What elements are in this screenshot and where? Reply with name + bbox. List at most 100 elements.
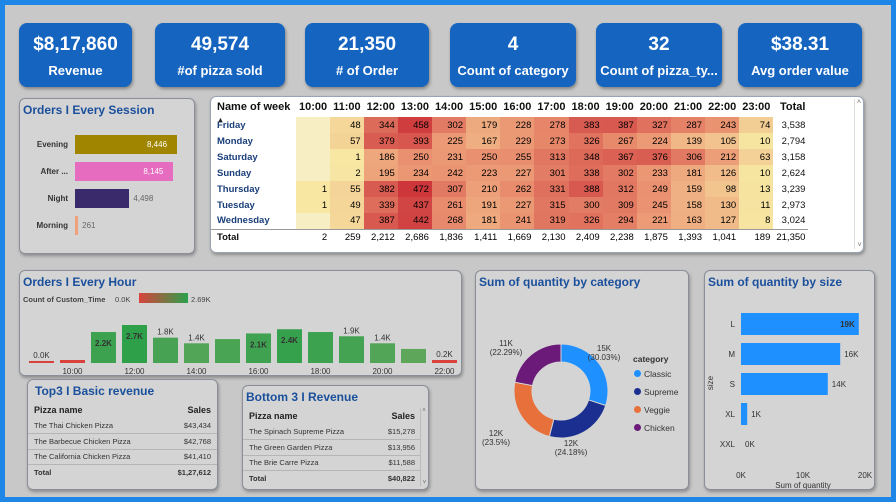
- size-panel[interactable]: Sum of quantity by size L 19K M 16K S 14K XL 1K…: [704, 270, 875, 490]
- hourly-bar-label: 2.4K: [281, 336, 298, 345]
- kpi-card-avg-order-value[interactable]: $38.31 Avg order value: [738, 23, 862, 87]
- legend-label: Chicken: [644, 423, 675, 433]
- heatmap-hour-header[interactable]: 13:00: [398, 97, 432, 117]
- scroll-up-icon[interactable]: ˄: [421, 408, 427, 414]
- category-panel[interactable]: Sum of quantity by category 15K (30.03%) 1…: [475, 270, 689, 490]
- donut-slice[interactable]: [548, 399, 607, 439]
- heatmap-hour-header[interactable]: 17:00: [534, 97, 568, 117]
- size-category-label: L: [731, 320, 736, 329]
- bottom3-title: Bottom 3 I Revenue: [246, 390, 359, 404]
- size-bar[interactable]: [741, 373, 828, 395]
- donut-slice[interactable]: [513, 381, 555, 438]
- heatmap-hour-header[interactable]: 19:00: [603, 97, 637, 117]
- legend-item[interactable]: Chicken: [634, 423, 675, 433]
- heatmap-hour-header[interactable]: 12:00: [364, 97, 398, 117]
- heatmap-column-total: 2: [321, 231, 328, 243]
- top3-panel[interactable]: Top3 I Basic revenue Pizza name Sales Th…: [27, 379, 218, 490]
- size-bar-chart: L 19K M 16K S 14K XL 1K XXL 0K 0K 10K 20K Sum of quan…: [706, 313, 873, 489]
- heatmap-hour-header[interactable]: 18:00: [569, 97, 603, 117]
- heatmap-cell: [296, 165, 331, 181]
- kpi-card-pizza-sold[interactable]: 49,574 #of pizza sold: [155, 23, 285, 87]
- top3-col-sales[interactable]: Sales: [161, 402, 217, 418]
- kpi-value: 32: [648, 34, 670, 55]
- size-bar[interactable]: [741, 343, 841, 365]
- heatmap-hour-header[interactable]: 16:00: [500, 97, 534, 117]
- table-row[interactable]: Monday 57 379 393 225 167 229 273 326 267 224 139 10…: [211, 133, 809, 149]
- size-bar-label: 14K: [832, 380, 847, 389]
- heatmap-cell: 11: [739, 197, 774, 213]
- hourly-panel[interactable]: Orders I Every Hour Count of Custom_Time…: [19, 270, 462, 376]
- kpi-card-revenue[interactable]: $8,17,860 Revenue: [19, 23, 132, 87]
- hourly-bar[interactable]: [432, 360, 457, 363]
- bottom3-table: Pizza name Sales The Spinach Supreme Piz…: [243, 408, 421, 486]
- kpi-label: Count of category: [457, 63, 569, 78]
- heatmap-cell: 387: [602, 117, 637, 133]
- hourly-bar[interactable]: [215, 339, 240, 363]
- hourly-bar[interactable]: [277, 329, 302, 363]
- top3-col-name[interactable]: Pizza name: [28, 402, 161, 418]
- hourly-bar[interactable]: [401, 348, 426, 363]
- hourly-bar[interactable]: [60, 360, 85, 363]
- scroll-down-icon[interactable]: ˅: [855, 242, 863, 249]
- heatmap-hour-header[interactable]: 15:00: [466, 97, 500, 117]
- hourly-bar[interactable]: [308, 332, 333, 363]
- heatmap-cell: 255: [500, 149, 535, 165]
- hourly-bar[interactable]: [153, 337, 178, 363]
- sort-arrow-icon[interactable]: ▲: [217, 117, 224, 124]
- hourly-x-tick: 14:00: [186, 367, 207, 376]
- table-cell: The Brie Carre Pizza: [243, 455, 374, 471]
- bottom3-scrollbar[interactable]: ˄ ˅: [420, 408, 427, 486]
- heatmap-hour-header[interactable]: 20:00: [637, 97, 671, 117]
- heatmap-scrollbar[interactable]: ˄ ˅: [854, 99, 863, 249]
- size-x-tick: 0K: [736, 471, 746, 480]
- table-cell: The California Chicken Pizza: [28, 449, 162, 465]
- hourly-bar[interactable]: [29, 361, 54, 363]
- table-row[interactable]: Thursday 1 55 382 472 307 210 262 331 388 312 249 15…: [211, 181, 809, 197]
- heatmap-hour-header[interactable]: 22:00: [705, 97, 739, 117]
- heatmap-hour-header[interactable]: 14:00: [432, 97, 466, 117]
- heatmap-hour-header[interactable]: 21:00: [671, 97, 705, 117]
- heatmap-panel[interactable]: Name of week 10:00 11:00 12:00 13:00 14:00 15…: [210, 96, 864, 253]
- heatmap-cell: [296, 149, 331, 165]
- legend-item[interactable]: Classic: [634, 369, 671, 379]
- session-panel[interactable]: Orders I Every Session Evening 8,446 After…: [19, 98, 195, 254]
- kpi-label: # of Order: [335, 63, 399, 78]
- kpi-label: #of pizza sold: [177, 63, 263, 78]
- session-bar[interactable]: [75, 216, 79, 235]
- legend-item[interactable]: Supreme: [634, 387, 679, 397]
- heatmap-day-label: Monday: [217, 135, 253, 147]
- kpi-card-category-count[interactable]: 4 Count of category: [450, 23, 576, 87]
- heatmap-cell: 250: [466, 149, 501, 165]
- heatmap-hour-header[interactable]: 11:00: [330, 97, 364, 117]
- hourly-bar-label: 1.4K: [374, 333, 391, 342]
- hourly-bar[interactable]: [122, 325, 147, 363]
- table-row[interactable]: Sunday 2 195 234 242 223 227 301 338 302 233 181 126…: [211, 165, 809, 181]
- table-row[interactable]: Wednesday 47 387 442 268 181 241 319 326 294 221 16…: [211, 213, 809, 229]
- kpi-card-pizza-type-count[interactable]: 32 Count of pizza_ty...: [596, 23, 722, 87]
- heatmap-total-header[interactable]: Total: [773, 97, 808, 117]
- heatmap-hour-header[interactable]: 10:00: [296, 97, 330, 117]
- heatmap-column-total: 259: [344, 231, 361, 243]
- kpi-card-orders[interactable]: 21,350 # of Order: [305, 23, 429, 87]
- hourly-bar[interactable]: [370, 343, 395, 363]
- scroll-down-icon[interactable]: ˅: [421, 480, 428, 486]
- bottom3-col-name[interactable]: Pizza name: [243, 408, 373, 424]
- table-row[interactable]: Tuesday 1 49 339 437 261 191 227 315 300 309 245 158…: [211, 197, 809, 213]
- heatmap-cell: 472: [397, 181, 432, 197]
- heatmap-cell: 437: [397, 197, 432, 213]
- table-row[interactable]: Saturday 1 186 250 231 250 255 313 348 367 376 306 2…: [211, 149, 809, 165]
- bottom3-col-sales[interactable]: Sales: [373, 408, 421, 424]
- session-bar[interactable]: [75, 189, 130, 208]
- size-bar[interactable]: [741, 403, 748, 425]
- hourly-bar[interactable]: [339, 336, 364, 363]
- table-row[interactable]: Friday 48 344 458 302 179 228 278 383 387 327 287 24…: [211, 117, 809, 133]
- hourly-bar[interactable]: [184, 343, 209, 363]
- legend-item[interactable]: Veggie: [634, 405, 670, 415]
- bottom3-panel[interactable]: Bottom 3 I Revenue Pizza name Sales The …: [242, 385, 429, 490]
- heatmap-cell: 393: [397, 133, 432, 149]
- heatmap-hour-header[interactable]: 23:00: [739, 97, 773, 117]
- session-bar-value: 8,145: [143, 167, 164, 176]
- scroll-up-icon[interactable]: ˄: [855, 99, 863, 106]
- size-bar-label: 0K: [745, 440, 755, 449]
- heatmap-corner-header[interactable]: Name of week: [211, 97, 296, 117]
